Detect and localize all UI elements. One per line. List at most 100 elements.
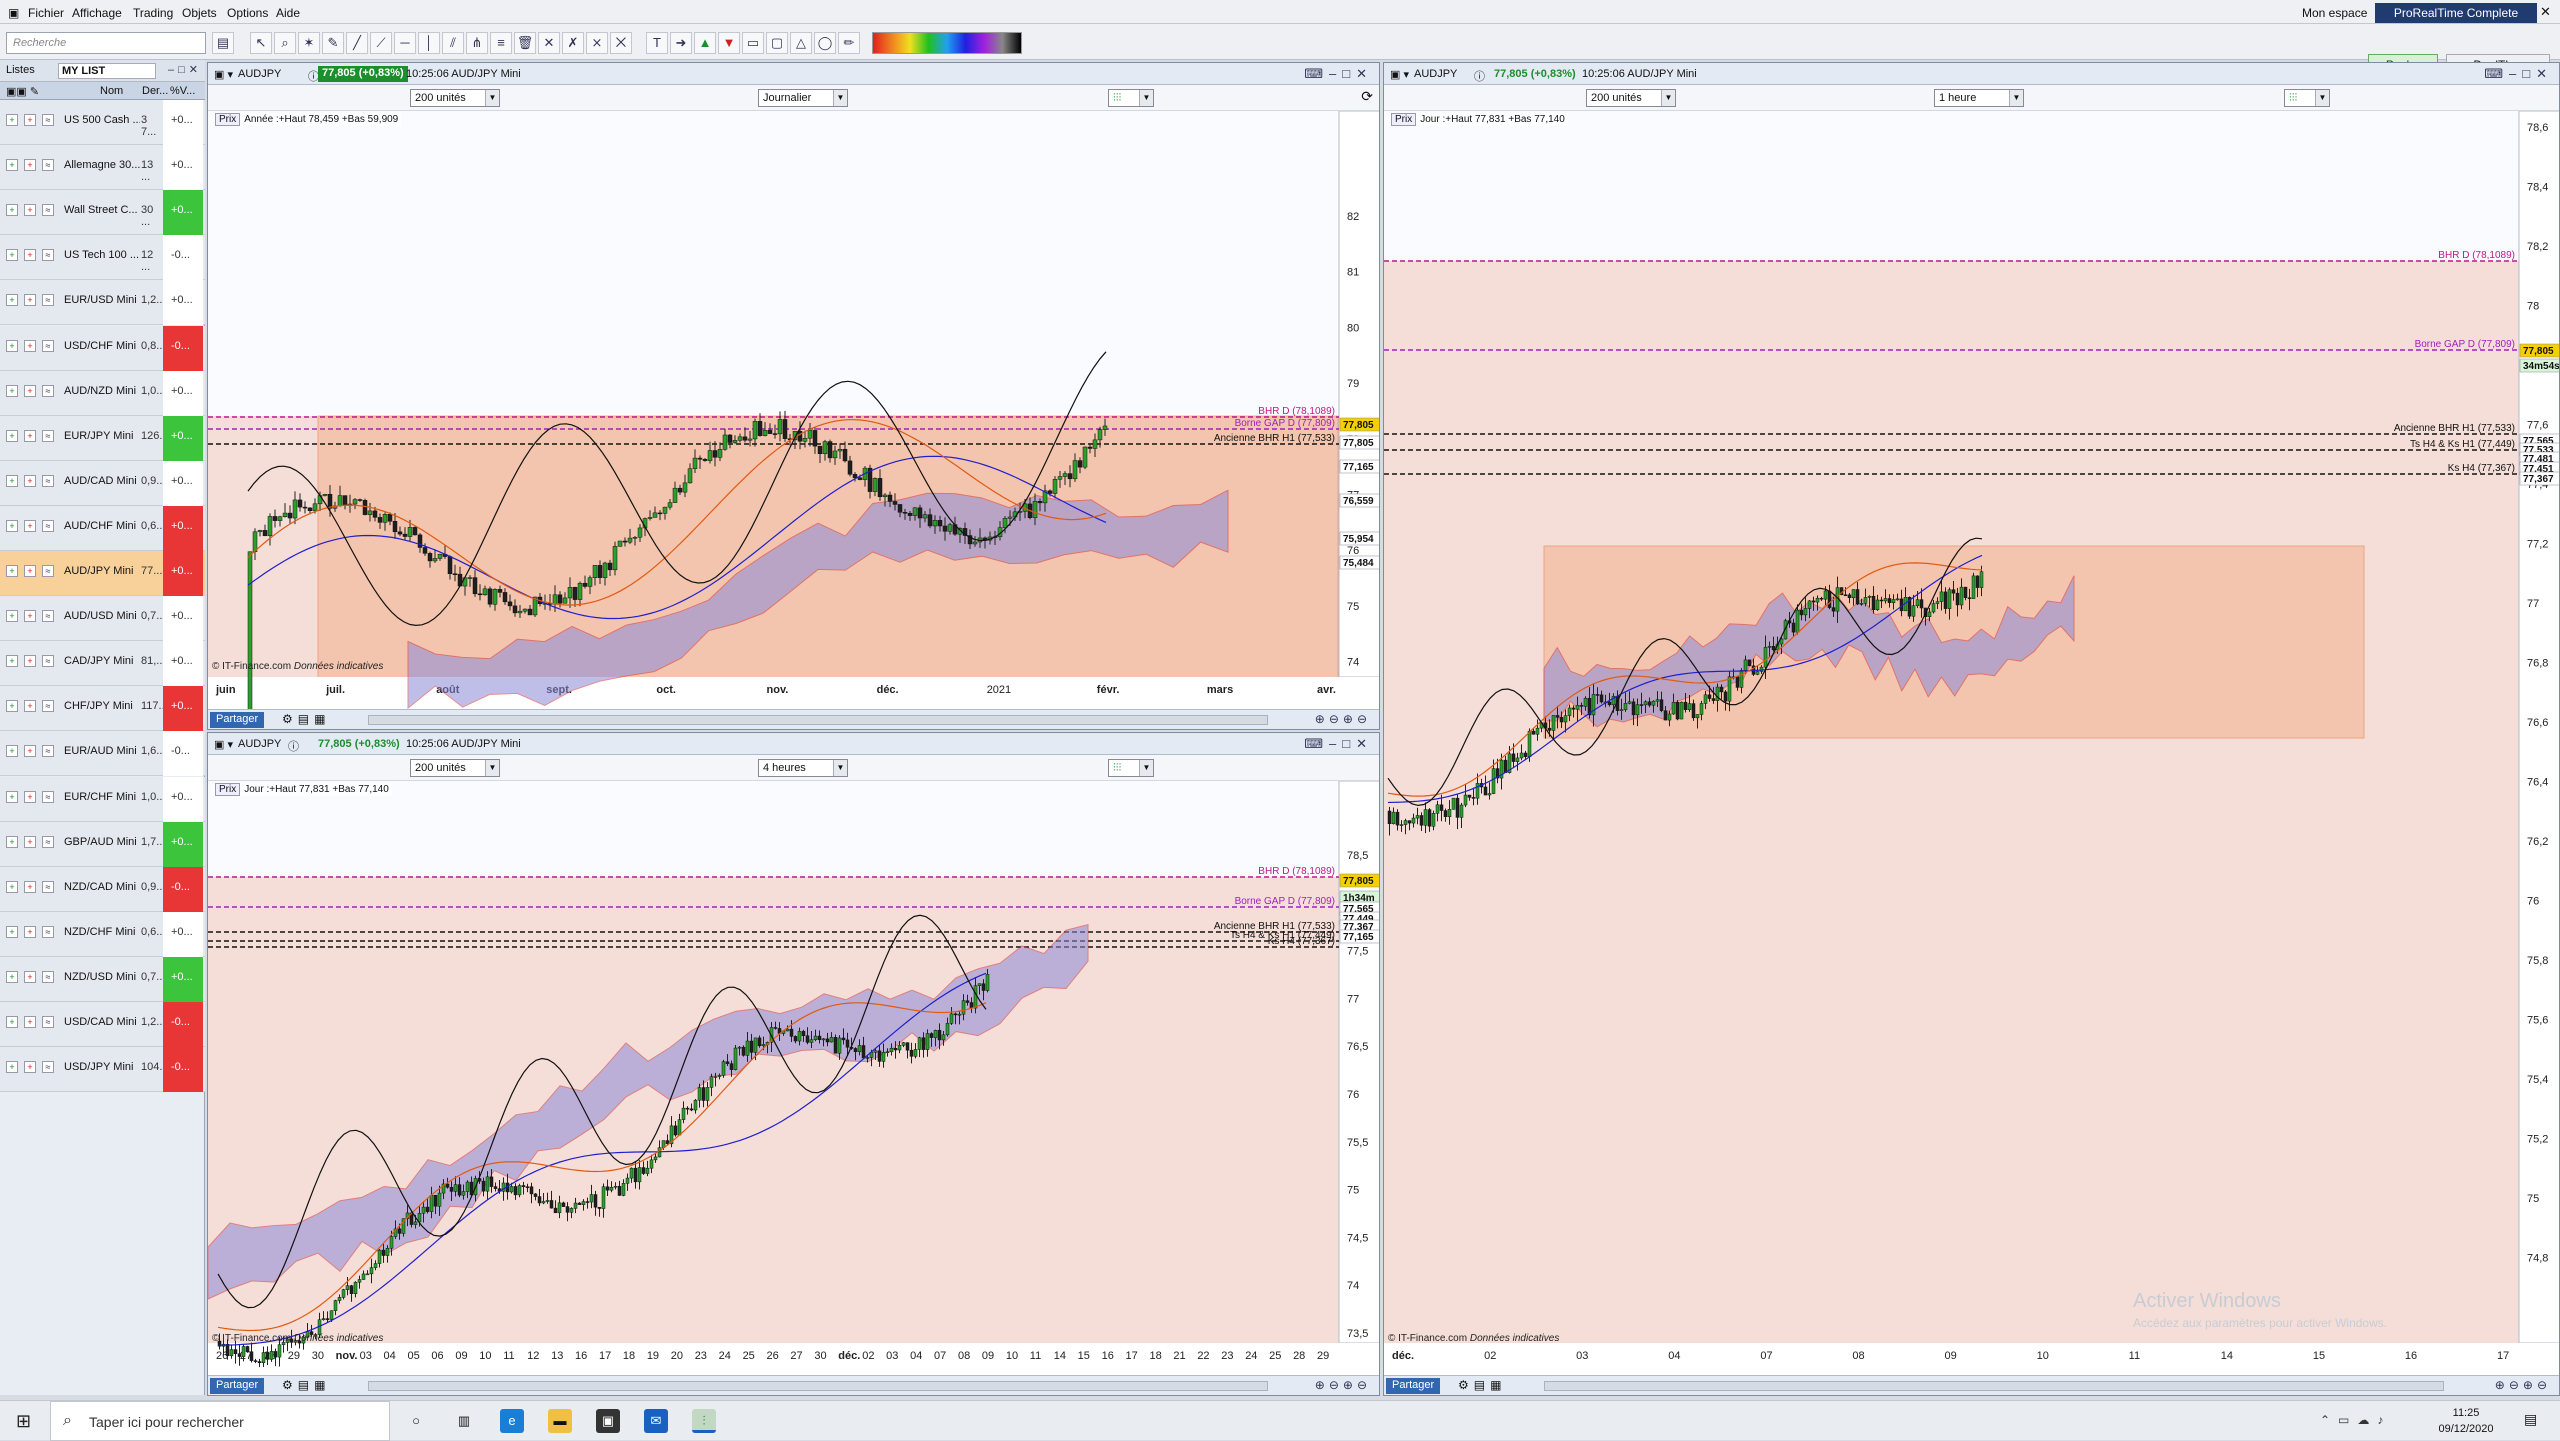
watchlist-row[interactable]: + + ≈ AUD/JPY Mini 77... +0...	[0, 551, 205, 596]
chart-icon[interactable]: ≈	[42, 610, 54, 623]
trendline-icon[interactable]: ╱	[346, 32, 368, 54]
search-input[interactable]: Recherche	[6, 32, 206, 54]
window-menu-icon[interactable]: ▣ ▾	[214, 68, 233, 81]
sell-icon[interactable]: +	[24, 835, 36, 848]
prix-button[interactable]: Prix	[215, 783, 241, 796]
prorealtime-icon[interactable]: ⫶	[692, 1409, 716, 1433]
sell-icon[interactable]: +	[24, 880, 36, 893]
buy-icon[interactable]: +	[6, 610, 18, 623]
fibonacci-icon[interactable]: ≡	[490, 32, 512, 54]
horizontal-scrollbar[interactable]	[1544, 1381, 2444, 1391]
watchlist-row[interactable]: + + ≈ CAD/JPY Mini 81,...+0...	[0, 641, 205, 687]
buy-icon[interactable]: +	[6, 655, 18, 668]
units-select[interactable]: 200 unités ▼	[410, 759, 500, 777]
color-palette[interactable]	[872, 32, 1022, 54]
tools-icon[interactable]: ⚙▤▦	[282, 712, 330, 726]
info-icon[interactable]: ⓘ	[288, 738, 299, 754]
cortana-icon[interactable]: ○	[404, 1409, 428, 1433]
chart-icon[interactable]: ≈	[42, 655, 54, 668]
sell-icon[interactable]: +	[24, 429, 36, 442]
mon-espace-link[interactable]: Mon espace	[2302, 6, 2367, 20]
text-icon[interactable]: T	[646, 32, 668, 54]
sell-icon[interactable]: +	[24, 925, 36, 938]
window-controls-icon[interactable]: ⌨–□✕	[1304, 66, 1373, 82]
system-clock[interactable]: 11:25 09/12/2020	[2436, 1405, 2496, 1437]
chart-canvas[interactable]: 78,678,478,27877,877,677,477,27776,876,6…	[1384, 111, 2560, 1377]
arrow-right-icon[interactable]: ➜	[670, 32, 692, 54]
sell-icon[interactable]: +	[24, 790, 36, 803]
info-icon[interactable]: ⓘ	[1474, 68, 1485, 84]
chart-window-4h[interactable]: ▣ ▾ AUDJPY ⓘ 77,805 (+0,83%) 10:25:06 AU…	[207, 732, 1380, 1396]
taskbar-search[interactable]: ⌕ Taper ici pour rechercher	[50, 1401, 390, 1441]
col-der[interactable]: Der...	[142, 85, 168, 97]
chart-type-select[interactable]: ⫶⫶⫶ ▼	[1108, 759, 1154, 777]
chart-icon[interactable]: ≈	[42, 1016, 54, 1028]
chart-icon[interactable]: ≈	[42, 880, 54, 893]
prix-button[interactable]: Prix	[1391, 113, 1417, 126]
watchlist-row[interactable]: + + ≈ NZD/CHF Mini 0,6...+0...	[0, 911, 205, 957]
buy-icon[interactable]: +	[6, 474, 18, 487]
chart-icon[interactable]: ≈	[42, 294, 54, 307]
watchlist-row[interactable]: + + ≈ GBP/AUD Mini 1,7...+0...	[0, 821, 205, 867]
vline-icon[interactable]: │	[418, 32, 440, 54]
zoom-controls-icon[interactable]: ⊕⊖⊕⊖	[1315, 1378, 1371, 1392]
rect-tool-icon[interactable]: ▢	[766, 32, 788, 54]
watchlist-row[interactable]: + + ≈ AUD/USD Mini 0,7...+0...	[0, 596, 205, 642]
period-select[interactable]: Journalier ▼	[758, 89, 848, 107]
pen-icon[interactable]: ✏	[838, 32, 860, 54]
sell-icon[interactable]: +	[24, 474, 36, 487]
buy-icon[interactable]: +	[6, 790, 18, 803]
sell-icon[interactable]: +	[24, 249, 36, 262]
buy-icon[interactable]: +	[6, 519, 18, 532]
watchlist-row[interactable]: + + ≈ USD/CHF Mini 0,8...-0...	[0, 325, 205, 371]
buy-icon[interactable]: +	[6, 159, 18, 172]
chart-icon[interactable]: ≈	[42, 835, 54, 848]
hline-icon[interactable]: ─	[394, 32, 416, 54]
menu-objets[interactable]: Objets	[182, 6, 217, 20]
chart-icon[interactable]: ≈	[42, 745, 54, 758]
list-selector[interactable]: MY LIST	[58, 63, 156, 79]
buy-icon[interactable]: +	[6, 1016, 18, 1028]
zoom-icon[interactable]: ⌕	[274, 32, 296, 54]
zoom-controls-icon[interactable]: ⊕⊖⊕⊖	[1315, 712, 1371, 726]
delete-icon[interactable]: 🗑	[514, 32, 536, 54]
sell-icon[interactable]: +	[24, 1061, 36, 1074]
pitchfork-icon[interactable]: ⋔	[466, 32, 488, 54]
chart-icon[interactable]: ≈	[42, 114, 54, 126]
buy-icon[interactable]: +	[6, 970, 18, 983]
watchlist-row[interactable]: + + ≈ AUD/CHF Mini 0,6...+0...	[0, 505, 205, 551]
chart-icon[interactable]: ≈	[42, 519, 54, 532]
menu-trading[interactable]: Trading	[133, 6, 173, 20]
menu-aide[interactable]: Aide	[276, 6, 300, 20]
watchlist-row[interactable]: + + ≈ Wall Street C... 30 ... +0...	[0, 190, 205, 236]
buy-icon[interactable]: +	[6, 204, 18, 217]
watchlist-row[interactable]: + + ≈ EUR/AUD Mini 1,6...-0...	[0, 731, 205, 777]
header-tools-icon[interactable]: ▣▣ ✎	[6, 85, 39, 98]
tab-listes[interactable]: Listes	[6, 64, 35, 76]
sell-icon[interactable]: +	[24, 294, 36, 307]
sell-icon[interactable]: +	[24, 655, 36, 668]
channel-icon[interactable]: ⫽	[442, 32, 464, 54]
buy-icon[interactable]: +	[6, 114, 18, 126]
sell-icon[interactable]: +	[24, 114, 36, 126]
chart-icon[interactable]: ≈	[42, 249, 54, 262]
watchlist-row[interactable]: + + ≈ AUD/NZD Mini 1,0...+0...	[0, 370, 205, 416]
buy-icon[interactable]: +	[6, 835, 18, 848]
ellipse-icon[interactable]: ◯	[814, 32, 836, 54]
close-icon[interactable]: ✕	[2540, 4, 2551, 20]
chart-icon[interactable]: ≈	[42, 474, 54, 487]
horizontal-scrollbar[interactable]	[368, 715, 1268, 725]
tools-icon[interactable]: ⚙▤▦	[1458, 1378, 1506, 1392]
refresh-icon[interactable]: ⟳	[1361, 88, 1373, 105]
alert-icon[interactable]: ✶	[298, 32, 320, 54]
buy-icon[interactable]: +	[6, 294, 18, 307]
watchlist-row[interactable]: + + ≈ EUR/CHF Mini 1,0...+0...	[0, 776, 205, 822]
buy-icon[interactable]: +	[6, 1061, 18, 1074]
horizontal-cross-icon[interactable]: ⨯	[586, 32, 608, 54]
screen-icon[interactable]: ▤	[212, 32, 234, 54]
mail-icon[interactable]: ✉	[644, 1409, 668, 1433]
watchlist-row[interactable]: + + ≈ NZD/USD Mini 0,7...+0...	[0, 956, 205, 1002]
share-button[interactable]: Partager	[210, 712, 265, 728]
units-select[interactable]: 200 unités ▼	[1586, 89, 1676, 107]
window-controls-icon[interactable]: ⌨–□✕	[2484, 66, 2553, 82]
